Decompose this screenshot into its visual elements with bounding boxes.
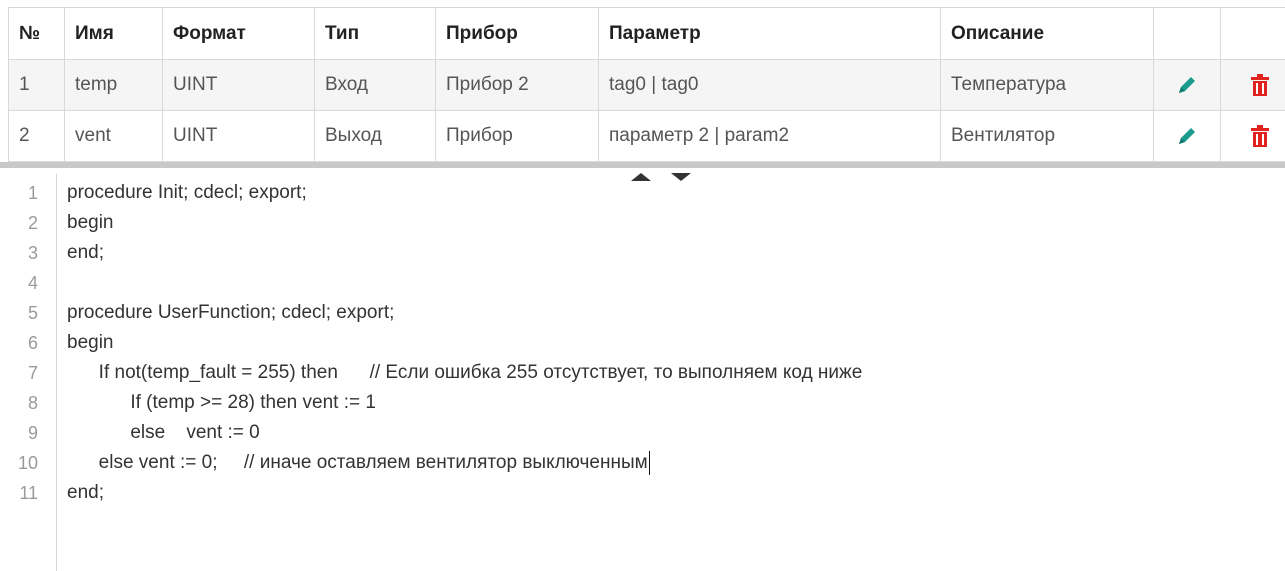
code-line[interactable]: 7 If not(temp_fault = 255) then // Если …	[0, 358, 1285, 388]
line-number: 6	[27, 333, 38, 353]
code-line[interactable]: 11 end;	[0, 478, 1285, 508]
line-number: 2	[27, 213, 38, 233]
screen: № Имя Формат Тип Прибор Параметр Описани…	[0, 0, 1285, 571]
code-text[interactable]: If not(temp_fault = 255) then // Если ош…	[67, 358, 863, 388]
line-number: 11	[19, 483, 38, 503]
cell-name: temp	[64, 59, 163, 111]
cell-format: UINT	[162, 110, 315, 162]
col-header-number[interactable]: №	[8, 7, 65, 60]
code-text[interactable]: end;	[67, 238, 104, 268]
col-header-parameter[interactable]: Параметр	[598, 7, 941, 60]
delete-button[interactable]	[1220, 110, 1285, 162]
cell-device: Прибор	[435, 110, 599, 162]
cell-parameter: параметр 2 | param2	[598, 110, 941, 162]
code-line[interactable]: 6 begin	[0, 328, 1285, 358]
line-number: 10	[17, 453, 38, 473]
delete-button[interactable]	[1220, 59, 1285, 111]
table-row[interactable]: 1 temp UINT Вход Прибор 2 tag0 | tag0 Те…	[8, 59, 1285, 111]
cell-format: UINT	[162, 59, 315, 111]
cell-description: Вентилятор	[940, 110, 1154, 162]
pencil-icon	[1179, 127, 1195, 144]
trash-icon	[1250, 74, 1269, 96]
code-line[interactable]: 5 procedure UserFunction; cdecl; export;	[0, 298, 1285, 328]
code-text[interactable]: begin	[67, 208, 114, 238]
code-text[interactable]: else vent := 0	[67, 418, 259, 448]
line-number: 7	[27, 363, 38, 383]
code-line[interactable]: 4	[0, 268, 1285, 298]
pencil-icon	[1179, 76, 1195, 93]
line-number: 5	[27, 303, 38, 323]
cell-type: Вход	[314, 59, 436, 111]
code-text[interactable]: begin	[67, 328, 114, 358]
code-text[interactable]: procedure UserFunction; cdecl; export;	[67, 298, 394, 328]
line-number: 9	[27, 423, 38, 443]
code-line[interactable]: 2 begin	[0, 208, 1285, 238]
text-cursor	[648, 450, 650, 475]
edit-button[interactable]	[1153, 59, 1221, 111]
col-header-delete	[1220, 7, 1285, 60]
cell-parameter: tag0 | tag0	[598, 59, 941, 111]
line-number: 1	[27, 183, 38, 203]
col-header-name[interactable]: Имя	[64, 7, 163, 60]
code-editor[interactable]: 1 procedure Init; cdecl; export; 2 begin…	[0, 174, 1285, 571]
table-header-row: № Имя Формат Тип Прибор Параметр Описани…	[8, 7, 1285, 60]
code-text-content: else vent := 0; // иначе оставляем венти…	[67, 452, 648, 473]
edit-button[interactable]	[1153, 110, 1221, 162]
code-line[interactable]: 3 end;	[0, 238, 1285, 268]
code-line[interactable]: 9 else vent := 0	[0, 418, 1285, 448]
trash-icon	[1250, 125, 1269, 147]
code-text[interactable]: end;	[67, 478, 104, 508]
cell-device: Прибор 2	[435, 59, 599, 111]
cell-name: vent	[64, 110, 163, 162]
line-number: 4	[27, 273, 38, 293]
code-text[interactable]: procedure Init; cdecl; export;	[67, 178, 307, 208]
cell-number: 1	[8, 59, 65, 111]
col-header-description[interactable]: Описание	[940, 7, 1154, 60]
code-text[interactable]: If (temp >= 28) then vent := 1	[67, 388, 376, 418]
table-row[interactable]: 2 vent UINT Выход Прибор параметр 2 | pa…	[8, 110, 1285, 162]
cell-description: Температура	[940, 59, 1154, 111]
code-line[interactable]: 8 If (temp >= 28) then vent := 1	[0, 388, 1285, 418]
col-header-device[interactable]: Прибор	[435, 7, 599, 60]
col-header-edit	[1153, 7, 1221, 60]
variables-table: № Имя Формат Тип Прибор Параметр Описани…	[8, 7, 1285, 162]
code-text[interactable]: else vent := 0; // иначе оставляем венти…	[67, 448, 650, 478]
col-header-format[interactable]: Формат	[162, 7, 315, 60]
cell-number: 2	[8, 110, 65, 162]
col-header-type[interactable]: Тип	[314, 7, 436, 60]
line-number: 3	[27, 243, 38, 263]
cell-type: Выход	[314, 110, 436, 162]
code-line[interactable]: 10 else vent := 0; // иначе оставляем ве…	[0, 448, 1285, 478]
code-line[interactable]: 1 procedure Init; cdecl; export;	[0, 178, 1285, 208]
line-number: 8	[27, 393, 38, 413]
